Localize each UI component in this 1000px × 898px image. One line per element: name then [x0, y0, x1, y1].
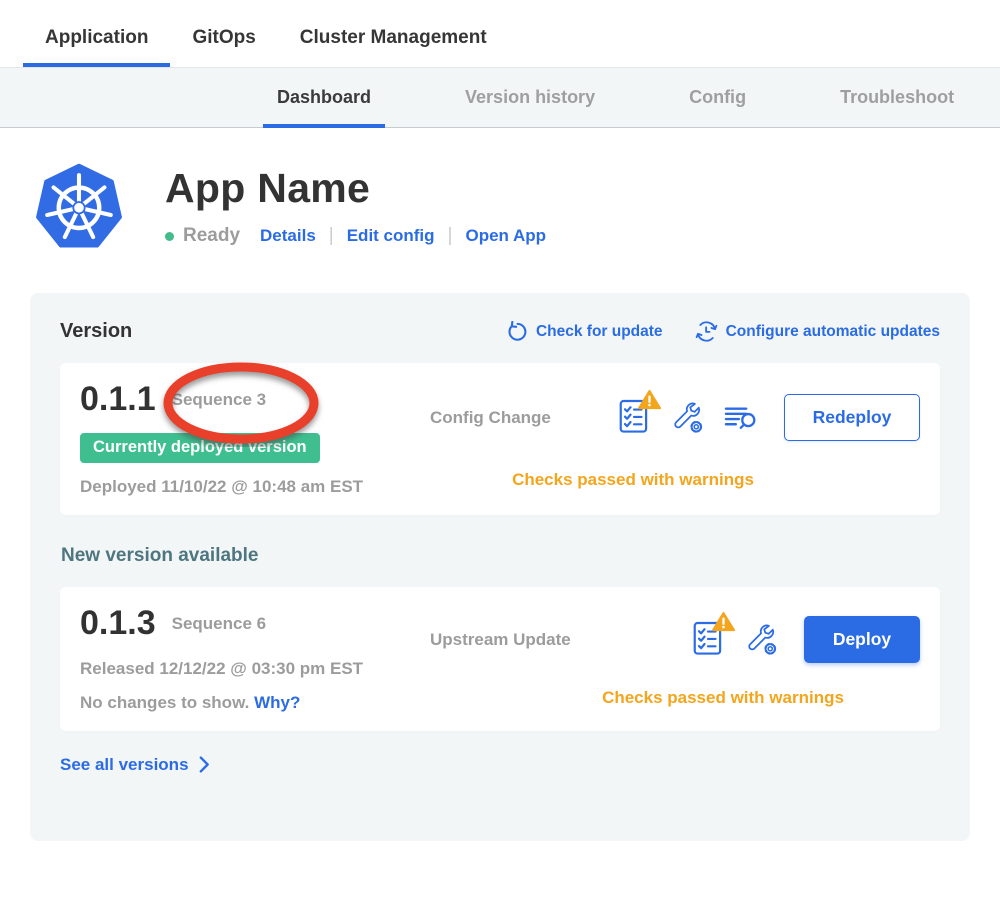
chevron-right-icon [199, 756, 210, 773]
tab-config[interactable]: Config [675, 68, 760, 127]
link-divider: | [448, 225, 453, 247]
scheduled-update-icon [695, 320, 718, 343]
no-changes-label: No changes to show. [80, 693, 249, 712]
new-version-heading: New version available [61, 545, 940, 567]
refresh-icon [507, 321, 528, 342]
tab-cluster-management[interactable]: Cluster Management [278, 0, 509, 67]
why-link[interactable]: Why? [254, 693, 300, 712]
configure-automatic-updates-link[interactable]: Configure automatic updates [695, 320, 940, 343]
available-version-number: 0.1.3 [80, 605, 156, 642]
tab-dashboard[interactable]: Dashboard [263, 68, 385, 127]
tab-gitops[interactable]: GitOps [170, 0, 277, 67]
app-header: App Name Ready Details | Edit config | O… [35, 159, 1000, 253]
check-for-update-link[interactable]: Check for update [507, 321, 663, 342]
see-all-versions-label: See all versions [60, 755, 189, 775]
deployed-version-number: 0.1.1 [80, 381, 156, 418]
link-divider: | [329, 225, 334, 247]
app-name-title: App Name [165, 165, 546, 212]
version-panel-title: Version [60, 320, 132, 343]
see-all-versions-link[interactable]: See all versions [60, 755, 940, 775]
deployed-checks-status: Checks passed with warnings [512, 470, 754, 490]
available-version-card: 0.1.3 Sequence 6 Released 12/12/22 @ 03:… [60, 587, 940, 730]
app-sub-nav: Dashboard Version history Config Trouble… [0, 67, 1000, 128]
warning-triangle-icon [712, 611, 735, 632]
tab-application[interactable]: Application [23, 0, 170, 67]
config-wrench-icon[interactable] [745, 623, 778, 656]
deployed-timestamp: Deployed 11/10/22 @ 10:48 am EST [80, 477, 430, 497]
available-change-type: Upstream Update [430, 630, 571, 650]
version-panel: Version Check for update Configure autom… [30, 293, 970, 841]
currently-deployed-badge: Currently deployed version [80, 433, 320, 463]
available-sequence-label: Sequence 6 [172, 614, 267, 634]
app-status-label: Ready [183, 225, 240, 247]
released-timestamp: Released 12/12/22 @ 03:30 pm EST [80, 659, 430, 679]
primary-nav: Application GitOps Cluster Management [0, 0, 1000, 67]
no-changes-text: No changes to show. Why? [80, 693, 430, 713]
deployed-sequence-label: Sequence 3 [172, 390, 267, 410]
check-for-update-label: Check for update [536, 323, 663, 341]
view-files-icon[interactable] [724, 404, 758, 431]
available-checks-status: Checks passed with warnings [602, 688, 844, 708]
edit-config-link[interactable]: Edit config [347, 226, 435, 246]
kubernetes-logo-icon [35, 159, 123, 253]
ready-status-dot-icon [165, 232, 174, 241]
configure-automatic-updates-label: Configure automatic updates [726, 323, 940, 341]
tab-troubleshoot[interactable]: Troubleshoot [826, 68, 968, 127]
details-link[interactable]: Details [260, 226, 316, 246]
config-wrench-icon[interactable] [671, 401, 704, 434]
deploy-button[interactable]: Deploy [804, 616, 920, 663]
tab-version-history[interactable]: Version history [451, 68, 609, 127]
warning-triangle-icon [638, 389, 661, 410]
deployed-change-type: Config Change [430, 408, 551, 428]
open-app-link[interactable]: Open App [465, 226, 546, 246]
deployed-version-card: 0.1.1 Sequence 3 Currently deployed vers… [60, 363, 940, 515]
redeploy-button[interactable]: Redeploy [784, 394, 920, 441]
